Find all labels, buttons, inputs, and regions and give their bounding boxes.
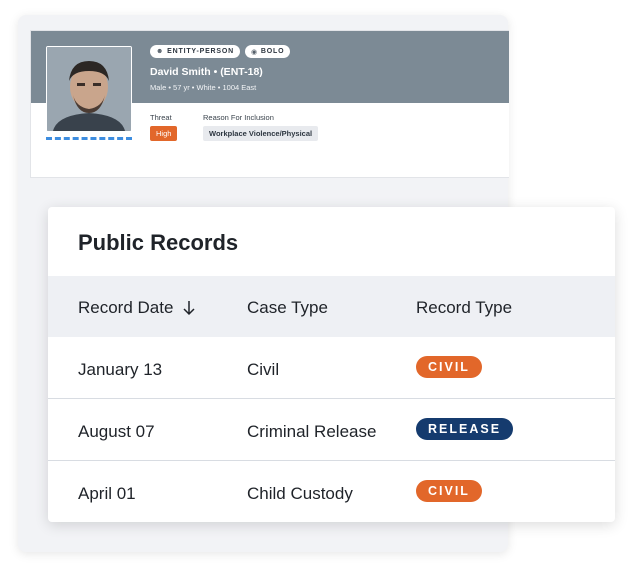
column-record-type[interactable]: Record Type [416,298,512,318]
record-type-badge: RELEASE [416,418,514,440]
case-type: Civil [247,360,280,379]
person-meta: Male • 57 yr • White • 1004 East [150,83,257,92]
photo-selection-indicator [46,137,132,140]
person-icon: ☻ [156,48,165,55]
eye-icon: ◉ [250,48,258,56]
threat-label: Threat [150,113,172,122]
public-records-card: Public Records Record Date Case Type Rec… [48,207,615,522]
entity-card[interactable]: ☻ ENTITY-PERSON ◉ BOLO David Smith • (EN… [30,30,509,178]
public-records-title: Public Records [78,230,239,255]
reason-chip: Workplace Violence/Physical [203,126,319,141]
tag-label: BOLO [260,48,285,55]
case-type: Child Custody [247,484,353,503]
record-date: August 07 [78,422,155,441]
tag-entity-person[interactable]: ☻ ENTITY-PERSON [150,45,240,58]
threat-badge: High [150,126,178,141]
table-row[interactable]: August 07 Criminal Release RELEASE [48,399,615,461]
arrow-down-icon [183,301,195,316]
column-label: Case Type [247,298,328,317]
record-type-badge: CIVIL [416,356,482,378]
record-date: January 13 [78,360,163,379]
column-case-type[interactable]: Case Type [247,298,328,318]
column-label: Record Date [78,298,174,317]
record-date: April 01 [78,484,136,503]
column-label: Record Type [416,298,513,317]
person-name[interactable]: David Smith • (ENT-18) [150,66,263,78]
entity-tags: ☻ ENTITY-PERSON ◉ BOLO [150,45,291,58]
table-row[interactable]: January 13 Civil CIVIL [48,337,615,399]
record-type-badge: CIVIL [416,480,482,502]
reason-label: Reason For Inclusion [203,113,274,122]
case-type: Criminal Release [247,422,377,441]
person-photo [46,46,132,132]
table-row[interactable]: April 01 Child Custody CIVIL [48,461,615,522]
column-record-date[interactable]: Record Date [78,298,195,318]
table-header: Record Date Case Type Record Type [48,276,615,337]
tag-label: ENTITY-PERSON [167,48,234,55]
tag-bolo[interactable]: ◉ BOLO [244,45,291,58]
